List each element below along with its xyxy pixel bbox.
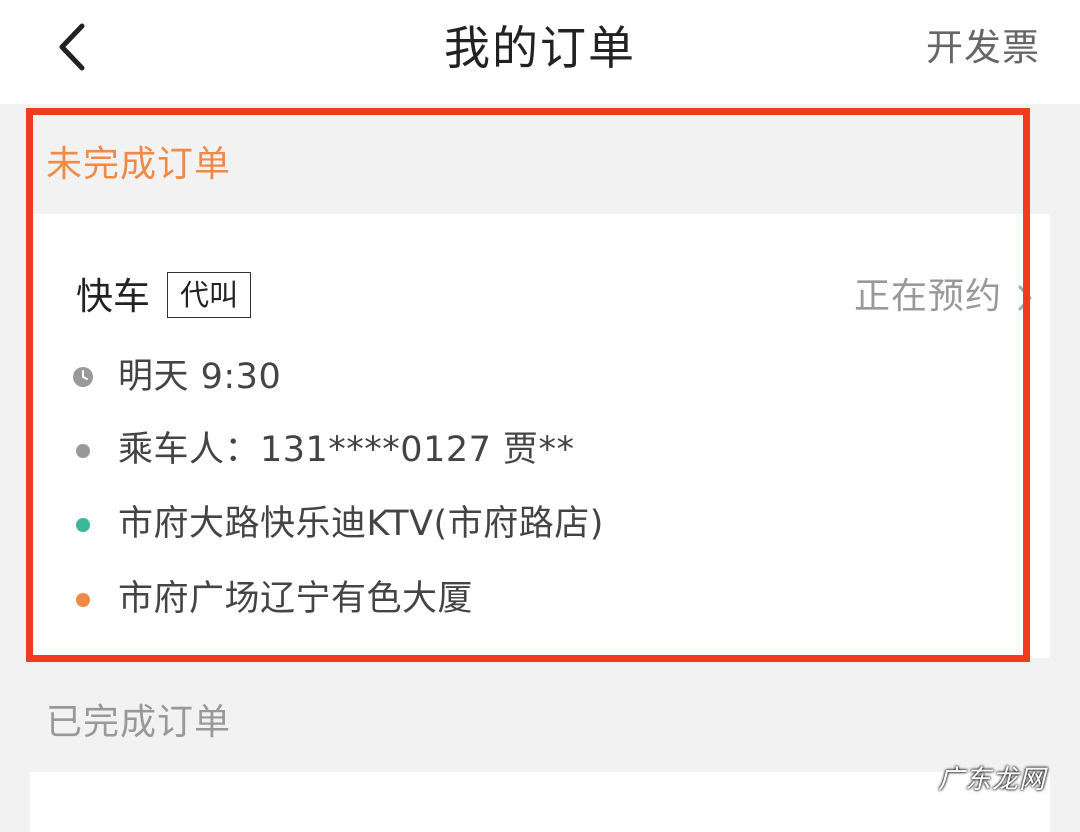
pickup-time: 明天 9:30 [118,357,282,397]
proxy-call-badge: 代叫 [167,272,252,318]
top-bar: 我的订单 开发票 [0,0,1080,104]
pending-orders-heading: 未完成订单 [46,144,232,185]
chevron-right-icon [1018,285,1032,311]
passenger-dot-icon [76,444,90,458]
origin-dot-icon [76,518,90,532]
clock-icon [73,367,93,387]
destination-address: 市府广场辽宁有色大厦 [118,579,474,619]
destination-dot-icon [76,593,90,607]
invoice-button[interactable]: 开发票 [926,22,1040,74]
page-title: 我的订单 [444,21,636,75]
completed-orders-heading: 已完成订单 [46,702,232,743]
watermark: 广东龙网 [937,765,1046,795]
origin-address: 市府大路快乐迪KTV(市府路店) [118,504,604,544]
order-status[interactable]: 正在预约 [854,274,1002,320]
car-type-label: 快车 [76,275,150,318]
pending-order-card[interactable]: 快车 代叫 正在预约 明天 9:30 乘车人：131****0127 贾** 市… [34,214,1050,658]
completed-order-card[interactable] [30,772,1050,832]
passenger-info: 乘车人：131****0127 贾** [118,430,575,470]
